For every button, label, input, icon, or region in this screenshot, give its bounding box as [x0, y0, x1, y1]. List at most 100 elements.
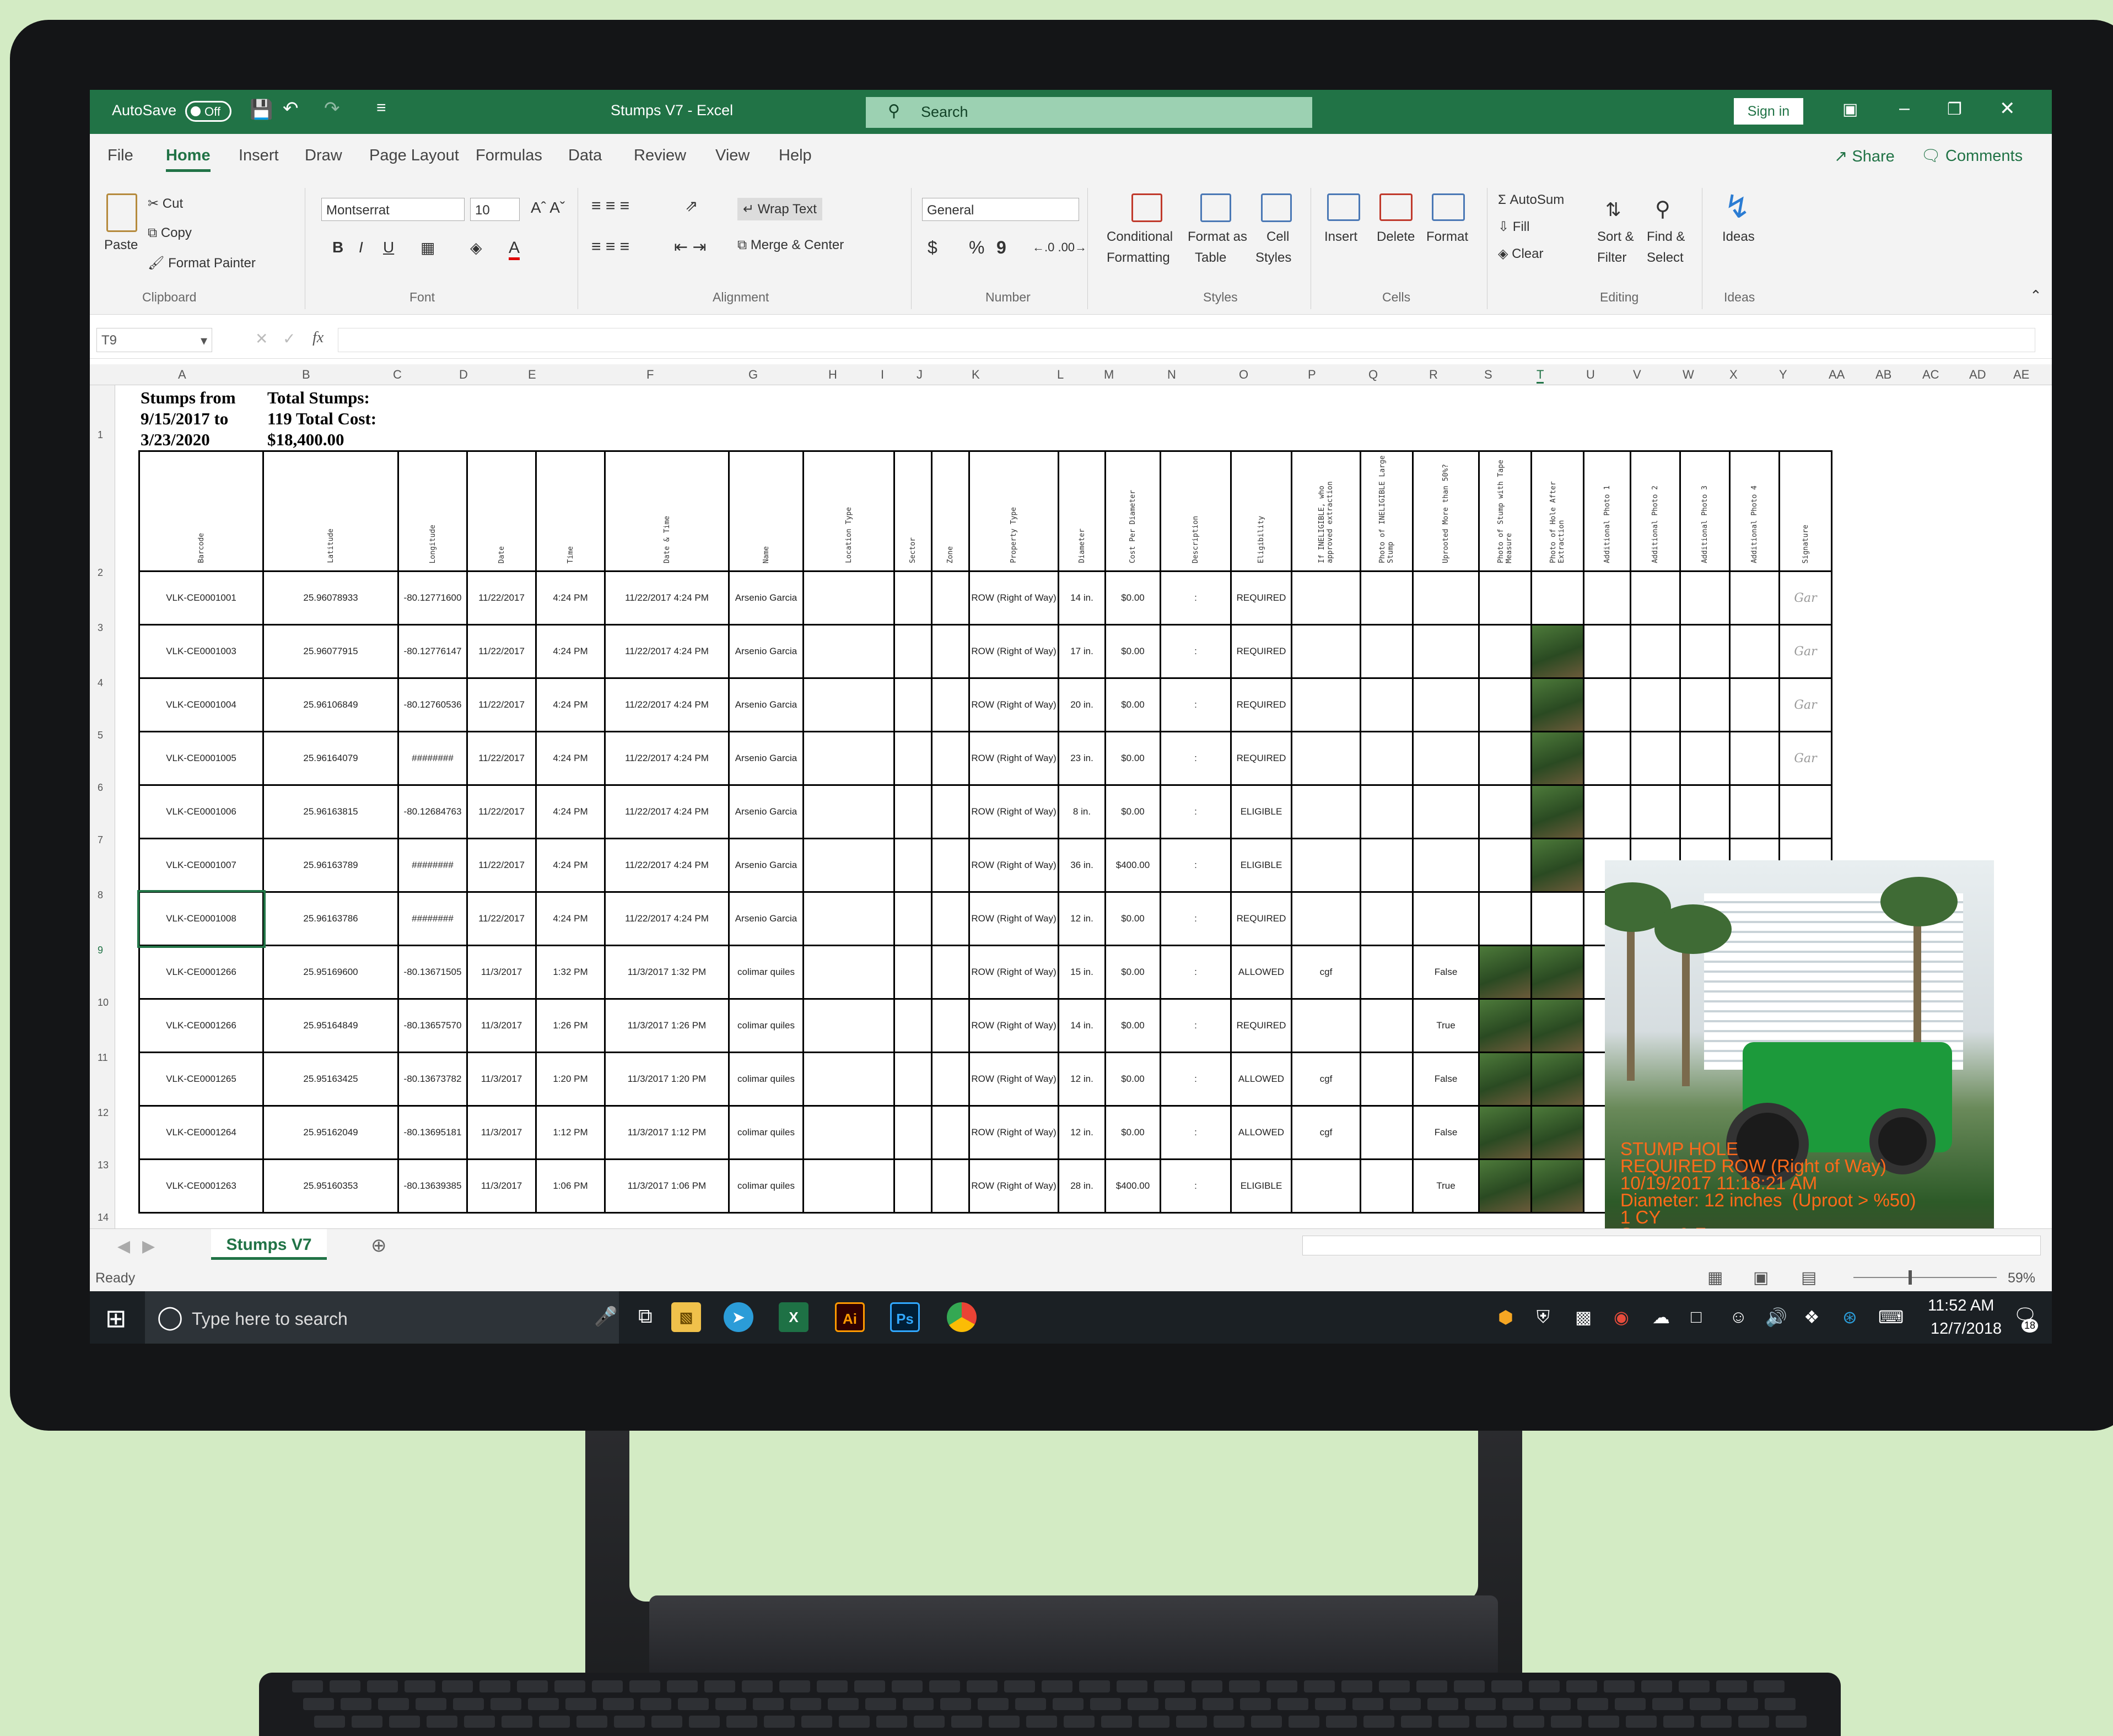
- row-header[interactable]: 3: [98, 622, 103, 634]
- table-cell[interactable]: [931, 838, 970, 893]
- table-cell[interactable]: cgf: [1291, 1105, 1361, 1160]
- table-cell[interactable]: 23 in.: [1058, 731, 1106, 786]
- table-cell[interactable]: Gar: [1778, 731, 1832, 786]
- table-cell[interactable]: :: [1160, 1158, 1232, 1214]
- column-header[interactable]: W: [1683, 368, 1694, 382]
- table-cell[interactable]: [1530, 624, 1584, 679]
- add-sheet-icon[interactable]: ⊕: [371, 1234, 387, 1257]
- table-cell[interactable]: [1530, 677, 1584, 732]
- conditional-formatting-icon[interactable]: [1131, 193, 1162, 222]
- table-cell[interactable]: 25.95163425: [262, 1052, 399, 1107]
- hole-photo-thumbnail[interactable]: [1533, 1054, 1582, 1104]
- row-header[interactable]: 9: [98, 945, 103, 956]
- fill-color-icon[interactable]: ◈: [470, 239, 482, 257]
- table-cell[interactable]: ALLOWED: [1230, 1052, 1292, 1107]
- table-cell[interactable]: [1530, 1105, 1584, 1160]
- table-cell[interactable]: [931, 891, 970, 946]
- table-cell[interactable]: 11/22/2017: [466, 570, 537, 626]
- table-cell[interactable]: REQUIRED: [1230, 731, 1292, 786]
- header-cell[interactable]: Name: [728, 450, 804, 572]
- table-cell[interactable]: 25.95169600: [262, 945, 399, 1000]
- table-cell[interactable]: 11/22/2017 4:24 PM: [604, 784, 730, 839]
- table-cell[interactable]: ELIGIBLE: [1230, 838, 1292, 893]
- zoom-slider[interactable]: [1853, 1277, 1997, 1278]
- table-cell[interactable]: [1478, 731, 1532, 786]
- table-cell[interactable]: -80.13673782: [397, 1052, 468, 1107]
- paste-button[interactable]: Paste: [104, 238, 138, 253]
- column-header[interactable]: AA: [1829, 368, 1845, 382]
- table-cell[interactable]: Arsenio Garcia: [728, 784, 804, 839]
- table-cell[interactable]: [1478, 1105, 1532, 1160]
- table-cell[interactable]: [1583, 784, 1631, 839]
- table-cell[interactable]: 1:12 PM: [535, 1105, 606, 1160]
- header-cell[interactable]: Photo of INELIGIBLE Large Stump: [1360, 450, 1414, 572]
- ideas-icon[interactable]: ↯: [1724, 188, 1751, 225]
- table-cell[interactable]: [1412, 838, 1480, 893]
- table-cell[interactable]: [1583, 731, 1631, 786]
- column-header[interactable]: B: [302, 368, 310, 382]
- row-header[interactable]: 5: [98, 730, 103, 741]
- table-cell[interactable]: [1679, 677, 1731, 732]
- collapse-ribbon-icon[interactable]: ⌃: [2030, 287, 2042, 304]
- column-header[interactable]: A: [178, 368, 186, 382]
- autosum-button[interactable]: Σ AutoSum: [1498, 192, 1564, 208]
- illustrator-icon[interactable]: Ai: [835, 1302, 865, 1332]
- search-box[interactable]: ⚲ Search: [866, 97, 1312, 128]
- header-cell[interactable]: Uprooted More than 50%?: [1412, 450, 1480, 572]
- stump-photo-thumbnail[interactable]: [1480, 947, 1530, 998]
- column-header[interactable]: AB: [1875, 368, 1891, 382]
- chrome-icon[interactable]: [947, 1302, 977, 1332]
- table-cell[interactable]: 36 in.: [1058, 838, 1106, 893]
- table-cell[interactable]: [1478, 838, 1532, 893]
- table-cell[interactable]: 11/22/2017 4:24 PM: [604, 731, 730, 786]
- table-cell[interactable]: [802, 570, 895, 626]
- table-cell[interactable]: [1530, 784, 1584, 839]
- header-cell[interactable]: Time: [535, 450, 606, 572]
- header-cell[interactable]: Date & Time: [604, 450, 730, 572]
- table-cell[interactable]: [893, 784, 932, 839]
- table-cell[interactable]: :: [1160, 677, 1232, 732]
- comments-button[interactable]: 🗨 Comments: [1921, 147, 2023, 165]
- table-cell[interactable]: :: [1160, 838, 1232, 893]
- table-cell[interactable]: [931, 784, 970, 839]
- table-cell[interactable]: [1360, 624, 1414, 679]
- delete-cells-icon[interactable]: [1379, 193, 1413, 221]
- header-cell[interactable]: Description: [1160, 450, 1232, 572]
- table-cell[interactable]: 4:24 PM: [535, 570, 606, 626]
- table-cell[interactable]: [931, 570, 970, 626]
- table-cell[interactable]: [1478, 1052, 1532, 1107]
- table-cell[interactable]: [1530, 838, 1584, 893]
- number-format-select[interactable]: General: [922, 198, 1079, 221]
- table-cell[interactable]: ROW (Right of Way): [968, 891, 1059, 946]
- table-cell[interactable]: 12 in.: [1058, 891, 1106, 946]
- table-cell[interactable]: 11/22/2017: [466, 784, 537, 839]
- autosave-toggle[interactable]: Off: [185, 101, 231, 122]
- table-cell[interactable]: $0.00: [1104, 570, 1161, 626]
- table-cell[interactable]: [1679, 731, 1731, 786]
- row-header[interactable]: 12: [98, 1107, 109, 1119]
- table-cell[interactable]: 11/22/2017: [466, 838, 537, 893]
- table-cell[interactable]: [802, 624, 895, 679]
- table-cell[interactable]: Arsenio Garcia: [728, 677, 804, 732]
- table-cell[interactable]: [893, 891, 932, 946]
- column-header[interactable]: AD: [1969, 368, 1986, 382]
- tab-file[interactable]: File: [107, 147, 133, 165]
- column-header[interactable]: C: [393, 368, 402, 382]
- column-header[interactable]: L: [1057, 368, 1064, 382]
- table-cell[interactable]: 11/3/2017 1:12 PM: [604, 1105, 730, 1160]
- header-cell[interactable]: If INELIGIBLE, who approved extraction: [1291, 450, 1361, 572]
- tab-formulas[interactable]: Formulas: [476, 147, 542, 165]
- table-cell[interactable]: [802, 784, 895, 839]
- table-cell[interactable]: 15 in.: [1058, 945, 1106, 1000]
- table-cell[interactable]: [1360, 731, 1414, 786]
- sign-in-button[interactable]: Sign in: [1734, 98, 1803, 125]
- table-cell[interactable]: $0.00: [1104, 998, 1161, 1053]
- column-header[interactable]: M: [1104, 368, 1114, 382]
- column-header[interactable]: Q: [1368, 368, 1378, 382]
- table-cell[interactable]: :: [1160, 998, 1232, 1053]
- paste-icon[interactable]: [106, 193, 137, 232]
- row-header[interactable]: 8: [98, 889, 103, 901]
- table-cell[interactable]: -80.12684763: [397, 784, 468, 839]
- hole-photo-thumbnail[interactable]: [1533, 786, 1582, 837]
- table-cell[interactable]: 11/22/2017: [466, 677, 537, 732]
